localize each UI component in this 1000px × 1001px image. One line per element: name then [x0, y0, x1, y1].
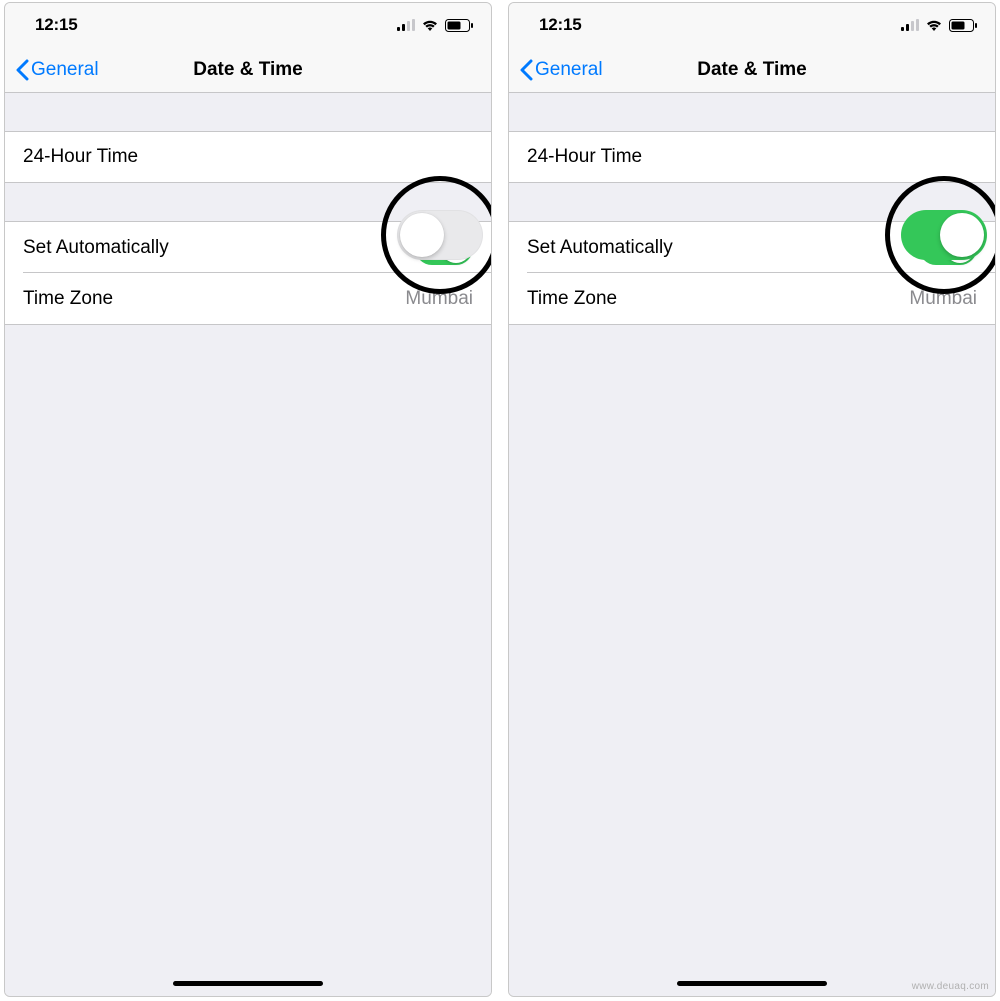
nav-bar: General Date & Time: [5, 47, 491, 93]
cellular-signal-icon: [397, 19, 415, 31]
phone-screenshot-left: 12:15 General Date & Time 24-Hour Time: [4, 2, 492, 997]
watermark: www.deuaq.com: [912, 981, 989, 992]
toggle-24-hour-enlarged[interactable]: [397, 210, 483, 260]
battery-icon: [949, 19, 977, 32]
status-bar: 12:15: [5, 3, 491, 47]
row-24-hour-time[interactable]: 24-Hour Time: [509, 131, 995, 183]
status-icons: [901, 19, 977, 32]
home-indicator[interactable]: [173, 981, 323, 986]
status-time: 12:15: [35, 15, 77, 35]
phone-screenshot-right: 12:15 General Date & Time 24-Hour Time: [508, 2, 996, 997]
back-label: General: [31, 59, 99, 81]
battery-icon: [445, 19, 473, 32]
row-time-zone[interactable]: Time Zone Mumbai: [5, 273, 491, 325]
status-bar: 12:15: [509, 3, 995, 47]
row-label: 24-Hour Time: [23, 146, 138, 168]
row-label: Set Automatically: [23, 237, 169, 259]
settings-content: 24-Hour Time Set Automatically Time Zone…: [509, 93, 995, 996]
toggle-24-hour-enlarged[interactable]: [901, 210, 987, 260]
home-indicator[interactable]: [677, 981, 827, 986]
row-label: Time Zone: [527, 288, 617, 310]
status-time: 12:15: [539, 15, 581, 35]
back-button[interactable]: General: [15, 59, 99, 81]
status-icons: [397, 19, 473, 32]
row-value: Mumbai: [405, 288, 473, 310]
row-label: Time Zone: [23, 288, 113, 310]
row-time-zone[interactable]: Time Zone Mumbai: [509, 273, 995, 325]
nav-bar: General Date & Time: [509, 47, 995, 93]
settings-content: 24-Hour Time Set Automatically Time Zone…: [5, 93, 491, 996]
row-label: 24-Hour Time: [527, 146, 642, 168]
back-label: General: [535, 59, 603, 81]
wifi-icon: [421, 19, 439, 31]
row-24-hour-time[interactable]: 24-Hour Time: [5, 131, 491, 183]
chevron-left-icon: [15, 59, 29, 81]
back-button[interactable]: General: [519, 59, 603, 81]
wifi-icon: [925, 19, 943, 31]
row-value: Mumbai: [909, 288, 977, 310]
row-label: Set Automatically: [527, 237, 673, 259]
chevron-left-icon: [519, 59, 533, 81]
cellular-signal-icon: [901, 19, 919, 31]
